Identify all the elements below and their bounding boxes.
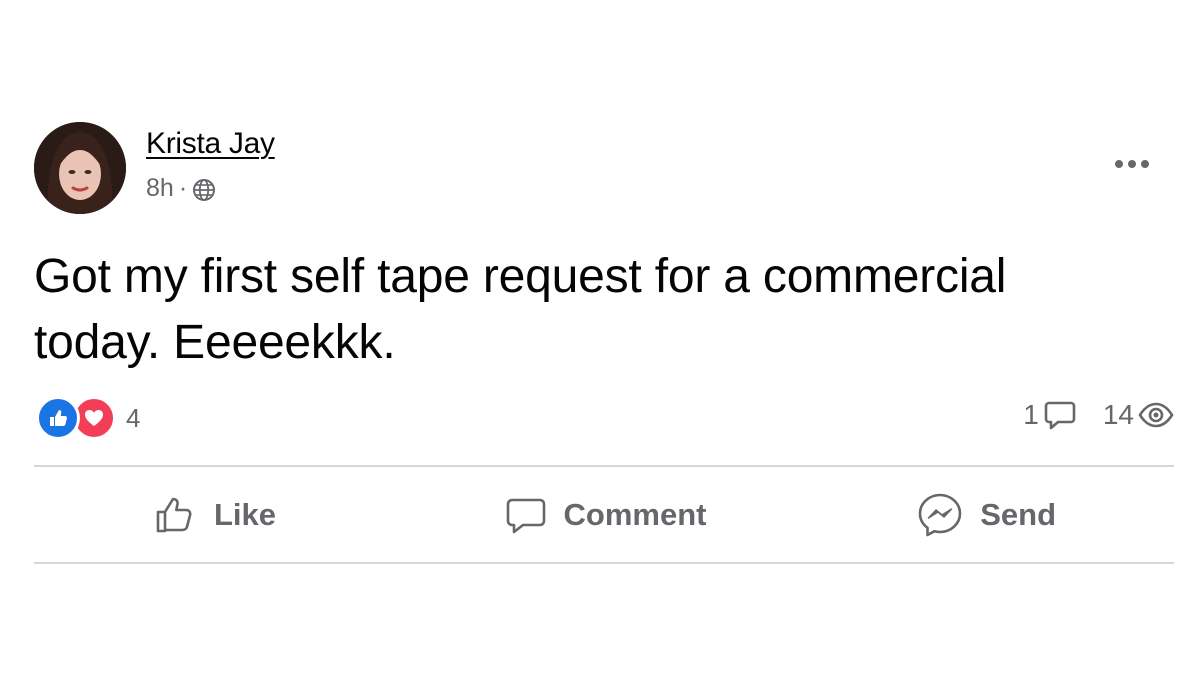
- view-count-value: 14: [1102, 399, 1134, 430]
- messenger-icon: [918, 493, 962, 537]
- post-text: Got my first self tape request for a com…: [34, 250, 1007, 369]
- post-timestamp[interactable]: 8h: [146, 174, 174, 203]
- facebook-post: Krista Jay 8h · Got my first self tape r…: [0, 0, 1200, 675]
- action-bar: Like Comment Send: [34, 468, 1174, 562]
- profile-photo: [34, 122, 126, 214]
- comment-bubble-icon: [1044, 401, 1076, 430]
- comment-count[interactable]: 1: [1023, 398, 1077, 432]
- globe-icon: [193, 178, 216, 201]
- like-reaction-icon: [36, 396, 80, 440]
- divider: [34, 465, 1174, 467]
- post-meta: 8h ·: [146, 174, 216, 203]
- comment-button[interactable]: Comment: [455, 468, 756, 562]
- thumbs-up-icon: [156, 497, 192, 533]
- post-stats: 1 14: [1023, 398, 1174, 432]
- like-button-label: Like: [214, 497, 277, 532]
- eye-icon: [1138, 402, 1174, 428]
- author-name[interactable]: Krista Jay: [146, 127, 275, 161]
- comment-icon: [506, 498, 545, 534]
- view-count[interactable]: 14: [1103, 399, 1174, 431]
- more-options-button[interactable]: [1108, 146, 1156, 182]
- avatar[interactable]: [34, 122, 126, 214]
- comment-count-value: 1: [1023, 399, 1039, 430]
- divider: [34, 562, 1174, 564]
- reactions-summary[interactable]: 4: [36, 396, 140, 440]
- comment-button-label: Comment: [563, 497, 707, 532]
- send-button-label: Send: [980, 497, 1057, 532]
- meta-separator: ·: [178, 174, 188, 202]
- reaction-count: 4: [126, 402, 141, 433]
- send-button[interactable]: Send: [755, 468, 1174, 562]
- like-button[interactable]: Like: [34, 468, 455, 562]
- ellipsis-icon: [1115, 160, 1149, 168]
